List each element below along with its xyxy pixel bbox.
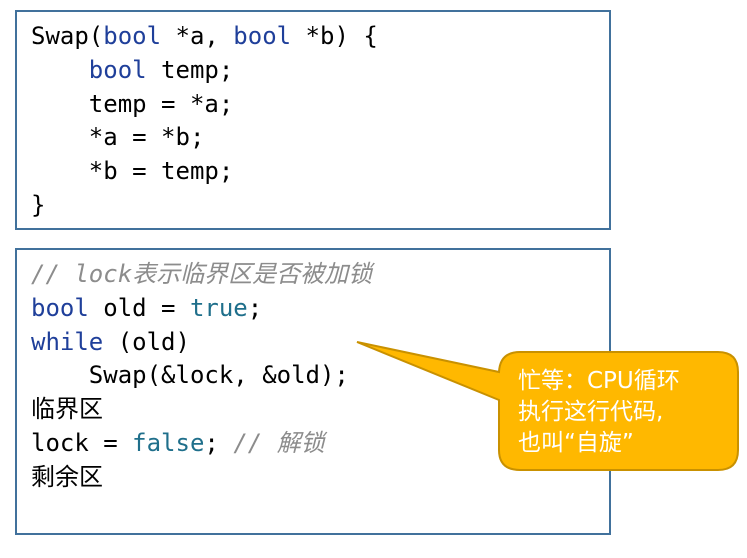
swap-line-6: } [31,189,378,223]
swap-code-box: Swap(bool *a, bool *b) { bool temp; temp… [15,10,611,230]
lock-line-2: bool old = true; [31,292,372,326]
swap-token: bool [233,22,292,50]
swap-token: *a, [161,22,234,50]
lock-token: Swap(&lock, &old); [31,361,349,390]
lock-token: ; [247,293,263,322]
swap-token: *b = temp; [31,157,234,186]
callout-text: 忙等：CPU循环 执行这行代码, 也叫“自旋” [518,366,733,459]
swap-token: temp; [146,55,234,84]
lock-token: // lock表示临界区是否被加锁 [31,260,373,288]
swap-token: bool [103,22,162,50]
lock-code: // lock表示临界区是否被加锁 bool old = true; while (… [31,258,372,495]
swap-line-5: *b = temp; [31,155,378,189]
lock-token: true [189,293,248,322]
swap-line-4: *a = *b; [31,121,378,155]
lock-token: // 解锁 [233,428,325,457]
swap-token: bool [88,55,147,84]
lock-token: while [31,327,104,356]
callout-line-1: 忙等：CPU循环 [518,368,680,394]
lock-line-4: Swap(&lock, &old); [31,359,372,393]
lock-token: bool [31,293,89,322]
swap-code: Swap(bool *a, bool *b) { bool temp; temp… [31,20,378,223]
swap-line-1: Swap(bool *a, bool *b) { [31,20,378,54]
lock-token: 剩余区 [31,462,103,491]
swap-line-2: bool temp; [31,54,378,88]
swap-token: *b) { [291,22,378,50]
lock-token: old = [88,293,190,322]
lock-token: 临界区 [31,395,103,424]
swap-line-3: temp = *a; [31,88,378,122]
lock-line-1: // lock表示临界区是否被加锁 [31,258,372,292]
lock-token: lock = [31,428,133,457]
lock-line-7: 剩余区 [31,461,372,495]
callout-line-3: 也叫“自旋” [518,430,634,456]
lock-line-3: while (old) [31,326,372,360]
lock-line-6: lock = false; // 解锁 [31,427,372,461]
lock-token: (old) [103,327,190,356]
swap-token: *a = *b; [31,123,205,152]
lock-token: false [132,428,205,457]
swap-token: Swap( [31,22,104,50]
lock-line-5: 临界区 [31,393,372,427]
lock-token: ; [204,428,234,457]
swap-token: temp = *a; [31,89,234,118]
swap-token [31,56,89,84]
swap-token: } [31,190,46,219]
callout-line-2: 执行这行代码, [518,399,664,425]
